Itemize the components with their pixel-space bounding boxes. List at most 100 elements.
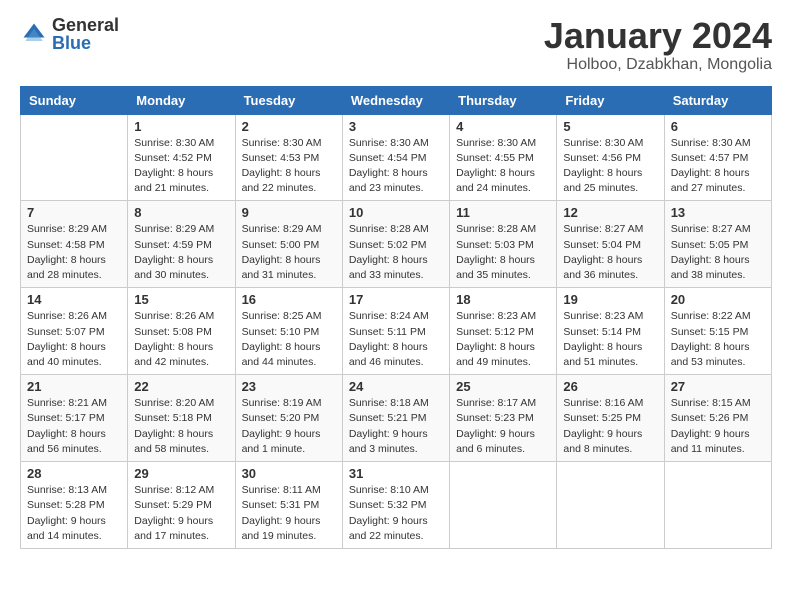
day-info: Sunrise: 8:30 AMSunset: 4:55 PMDaylight:… <box>456 136 550 197</box>
day-number: 31 <box>349 466 443 481</box>
header: General Blue January 2024 Holboo, Dzabkh… <box>20 16 772 74</box>
logo-icon <box>20 20 48 48</box>
table-row: 24 Sunrise: 8:18 AMSunset: 5:21 PMDayligh… <box>342 375 449 462</box>
month-title: January 2024 <box>544 16 772 56</box>
day-info: Sunrise: 8:28 AMSunset: 5:03 PMDaylight:… <box>456 222 550 283</box>
day-number: 28 <box>27 466 121 481</box>
table-row: 16Sunrise: 8:25 AMSunset: 5:10 PMDayligh… <box>235 288 342 375</box>
day-info: Sunrise: 8:30 AMSunset: 4:56 PMDaylight:… <box>563 136 657 197</box>
table-row: 26Sunrise: 8:16 AMSunset: 5:25 PMDayligh… <box>557 375 664 462</box>
col-monday: Monday <box>128 86 235 114</box>
day-info: Sunrise: 8:23 AMSunset: 5:12 PMDaylight:… <box>456 309 550 370</box>
table-row: 25 Sunrise: 8:17 AMSunset: 5:23 PMDayligh… <box>450 375 557 462</box>
table-row: 14 Sunrise: 8:26 AMSunset: 5:07 PMDayligh… <box>21 288 128 375</box>
day-info: Sunrise: 8:12 AMSunset: 5:29 PMDaylight:… <box>134 483 228 544</box>
table-row: 7 Sunrise: 8:29 AMSunset: 4:58 PMDaylight… <box>21 201 128 288</box>
table-row: 11 Sunrise: 8:28 AMSunset: 5:03 PMDayligh… <box>450 201 557 288</box>
day-info: Sunrise: 8:26 AMSunset: 5:07 PMDaylight:… <box>27 309 121 370</box>
day-number: 2 <box>242 119 336 134</box>
day-info: Sunrise: 8:17 AMSunset: 5:23 PMDaylight:… <box>456 396 550 457</box>
day-number: 21 <box>27 379 121 394</box>
day-number: 24 <box>349 379 443 394</box>
table-row: 8 Sunrise: 8:29 AMSunset: 4:59 PMDaylight… <box>128 201 235 288</box>
day-info: Sunrise: 8:13 AMSunset: 5:28 PMDaylight:… <box>27 483 121 544</box>
day-info: Sunrise: 8:27 AMSunset: 5:04 PMDaylight:… <box>563 222 657 283</box>
col-sunday: Sunday <box>21 86 128 114</box>
table-row: 27 Sunrise: 8:15 AMSunset: 5:26 PMDayligh… <box>664 375 771 462</box>
day-number: 15 <box>134 292 228 307</box>
day-number: 10 <box>349 205 443 220</box>
table-row: 18 Sunrise: 8:23 AMSunset: 5:12 PMDayligh… <box>450 288 557 375</box>
table-row: 2Sunrise: 8:30 AMSunset: 4:53 PMDaylight… <box>235 114 342 201</box>
day-number: 20 <box>671 292 765 307</box>
table-row: 13Sunrise: 8:27 AMSunset: 5:05 PMDayligh… <box>664 201 771 288</box>
logo: General Blue <box>20 16 119 52</box>
table-row: 4 Sunrise: 8:30 AMSunset: 4:55 PMDaylight… <box>450 114 557 201</box>
day-number: 4 <box>456 119 550 134</box>
day-info: Sunrise: 8:29 AMSunset: 4:59 PMDaylight:… <box>134 222 228 283</box>
day-number: 22 <box>134 379 228 394</box>
table-row: 3Sunrise: 8:30 AMSunset: 4:54 PMDaylight… <box>342 114 449 201</box>
day-info: Sunrise: 8:10 AMSunset: 5:32 PMDaylight:… <box>349 483 443 544</box>
table-row: 10 Sunrise: 8:28 AMSunset: 5:02 PMDayligh… <box>342 201 449 288</box>
day-info: Sunrise: 8:29 AMSunset: 4:58 PMDaylight:… <box>27 222 121 283</box>
logo-general-text: General <box>52 16 119 34</box>
day-number: 13 <box>671 205 765 220</box>
day-number: 1 <box>134 119 228 134</box>
calendar-table: Sunday Monday Tuesday Wednesday Thursday… <box>20 86 772 549</box>
day-info: Sunrise: 8:26 AMSunset: 5:08 PMDaylight:… <box>134 309 228 370</box>
table-row: 9Sunrise: 8:29 AMSunset: 5:00 PMDaylight… <box>235 201 342 288</box>
calendar-header-row: Sunday Monday Tuesday Wednesday Thursday… <box>21 86 772 114</box>
col-wednesday: Wednesday <box>342 86 449 114</box>
calendar-week-row: 28 Sunrise: 8:13 AMSunset: 5:28 PMDayligh… <box>21 462 772 549</box>
calendar-week-row: 1 Sunrise: 8:30 AMSunset: 4:52 PMDaylight… <box>21 114 772 201</box>
col-friday: Friday <box>557 86 664 114</box>
day-number: 16 <box>242 292 336 307</box>
day-number: 18 <box>456 292 550 307</box>
col-saturday: Saturday <box>664 86 771 114</box>
table-row: 20Sunrise: 8:22 AMSunset: 5:15 PMDayligh… <box>664 288 771 375</box>
logo-blue-text: Blue <box>52 34 119 52</box>
table-row: 30Sunrise: 8:11 AMSunset: 5:31 PMDayligh… <box>235 462 342 549</box>
day-number: 6 <box>671 119 765 134</box>
day-number: 14 <box>27 292 121 307</box>
day-info: Sunrise: 8:11 AMSunset: 5:31 PMDaylight:… <box>242 483 336 544</box>
day-info: Sunrise: 8:30 AMSunset: 4:54 PMDaylight:… <box>349 136 443 197</box>
page-container: General Blue January 2024 Holboo, Dzabkh… <box>0 0 792 569</box>
day-info: Sunrise: 8:23 AMSunset: 5:14 PMDaylight:… <box>563 309 657 370</box>
day-number: 8 <box>134 205 228 220</box>
day-info: Sunrise: 8:30 AMSunset: 4:52 PMDaylight:… <box>134 136 228 197</box>
day-info: Sunrise: 8:21 AMSunset: 5:17 PMDaylight:… <box>27 396 121 457</box>
day-number: 27 <box>671 379 765 394</box>
day-info: Sunrise: 8:30 AMSunset: 4:57 PMDaylight:… <box>671 136 765 197</box>
day-number: 17 <box>349 292 443 307</box>
table-row: 5 Sunrise: 8:30 AMSunset: 4:56 PMDaylight… <box>557 114 664 201</box>
table-row: 17Sunrise: 8:24 AMSunset: 5:11 PMDayligh… <box>342 288 449 375</box>
table-row: 15 Sunrise: 8:26 AMSunset: 5:08 PMDayligh… <box>128 288 235 375</box>
table-row: 21 Sunrise: 8:21 AMSunset: 5:17 PMDayligh… <box>21 375 128 462</box>
table-row <box>450 462 557 549</box>
calendar-week-row: 21 Sunrise: 8:21 AMSunset: 5:17 PMDayligh… <box>21 375 772 462</box>
table-row: 28 Sunrise: 8:13 AMSunset: 5:28 PMDayligh… <box>21 462 128 549</box>
calendar-week-row: 14 Sunrise: 8:26 AMSunset: 5:07 PMDayligh… <box>21 288 772 375</box>
day-info: Sunrise: 8:29 AMSunset: 5:00 PMDaylight:… <box>242 222 336 283</box>
table-row: 23Sunrise: 8:19 AMSunset: 5:20 PMDayligh… <box>235 375 342 462</box>
table-row: 12Sunrise: 8:27 AMSunset: 5:04 PMDayligh… <box>557 201 664 288</box>
col-thursday: Thursday <box>450 86 557 114</box>
day-number: 25 <box>456 379 550 394</box>
day-number: 5 <box>563 119 657 134</box>
day-number: 19 <box>563 292 657 307</box>
logo-text: General Blue <box>52 16 119 52</box>
day-info: Sunrise: 8:16 AMSunset: 5:25 PMDaylight:… <box>563 396 657 457</box>
day-number: 7 <box>27 205 121 220</box>
table-row <box>21 114 128 201</box>
day-info: Sunrise: 8:15 AMSunset: 5:26 PMDaylight:… <box>671 396 765 457</box>
table-row: 31 Sunrise: 8:10 AMSunset: 5:32 PMDayligh… <box>342 462 449 549</box>
table-row <box>557 462 664 549</box>
col-tuesday: Tuesday <box>235 86 342 114</box>
calendar-week-row: 7 Sunrise: 8:29 AMSunset: 4:58 PMDaylight… <box>21 201 772 288</box>
day-number: 11 <box>456 205 550 220</box>
day-info: Sunrise: 8:18 AMSunset: 5:21 PMDaylight:… <box>349 396 443 457</box>
table-row: 19 Sunrise: 8:23 AMSunset: 5:14 PMDayligh… <box>557 288 664 375</box>
day-info: Sunrise: 8:28 AMSunset: 5:02 PMDaylight:… <box>349 222 443 283</box>
